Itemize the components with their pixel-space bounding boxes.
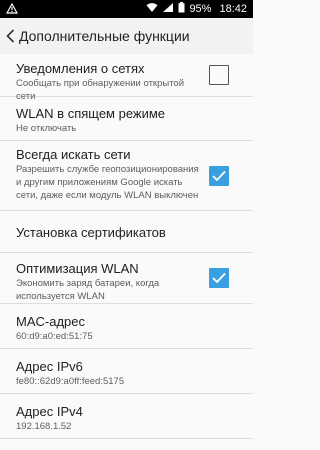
app-bar: Дополнительные функции bbox=[0, 18, 253, 54]
wlan-optimization-checkbox[interactable] bbox=[209, 268, 229, 288]
setting-title: MAC-адрес bbox=[16, 314, 85, 329]
clock: 18:42 bbox=[219, 3, 247, 15]
setting-ipv4-address: Адрес IPv4 192.168.1.52 bbox=[0, 394, 253, 439]
setting-network-notifications[interactable]: Уведомления о сетях Сообщать при обнаруж… bbox=[0, 54, 253, 102]
setting-title: Адрес IPv6 bbox=[16, 359, 83, 374]
status-bar: 95% 18:42 bbox=[0, 0, 253, 18]
checkmark-icon bbox=[212, 170, 226, 181]
setting-ipv6-address: Адрес IPv6 fe80::62d9:a0ff:feed:5175 bbox=[0, 349, 253, 394]
setting-title: Адрес IPv4 bbox=[16, 404, 83, 419]
setting-wlan-sleep[interactable]: WLAN в спящем режиме Не отключать bbox=[0, 97, 253, 141]
setting-title: Оптимизация WLAN bbox=[16, 261, 139, 276]
signal-icon bbox=[162, 2, 174, 16]
network-notifications-checkbox[interactable] bbox=[209, 65, 229, 85]
setting-title: Установка сертификатов bbox=[16, 225, 166, 240]
page-title: Дополнительные функции bbox=[19, 28, 190, 44]
setting-install-certificates[interactable]: Установка сертификатов bbox=[0, 211, 253, 253]
back-arrow-icon[interactable] bbox=[2, 26, 18, 46]
warning-icon bbox=[6, 3, 18, 17]
settings-list: Уведомления о сетях Сообщать при обнаруж… bbox=[0, 54, 253, 439]
battery-percent: 95% bbox=[189, 3, 212, 15]
setting-subtitle: Разрешить службе геопозиционирования и д… bbox=[16, 164, 199, 201]
setting-subtitle: 192.168.1.52 bbox=[16, 421, 72, 432]
setting-wlan-optimization[interactable]: Оптимизация WLAN Экономить заряд батареи… bbox=[0, 253, 253, 304]
wifi-icon bbox=[146, 2, 158, 16]
setting-title: Уведомления о сетях bbox=[16, 61, 145, 76]
checkmark-icon bbox=[212, 272, 226, 284]
setting-subtitle: fe80::62d9:a0ff:feed:5175 bbox=[16, 376, 125, 387]
setting-subtitle: 60:d9:a0:ed:51:75 bbox=[16, 331, 93, 342]
setting-subtitle: Не отключать bbox=[16, 123, 77, 134]
setting-mac-address: MAC-адрес 60:d9:a0:ed:51:75 bbox=[0, 304, 253, 349]
setting-subtitle: Экономить заряд батареи, когда используе… bbox=[16, 278, 160, 302]
setting-always-scan[interactable]: Всегда искать сети Разрешить службе геоп… bbox=[0, 141, 253, 211]
setting-title: Всегда искать сети bbox=[16, 147, 131, 162]
always-scan-checkbox[interactable] bbox=[209, 165, 229, 186]
battery-icon bbox=[178, 2, 185, 16]
setting-title: WLAN в спящем режиме bbox=[16, 106, 166, 121]
